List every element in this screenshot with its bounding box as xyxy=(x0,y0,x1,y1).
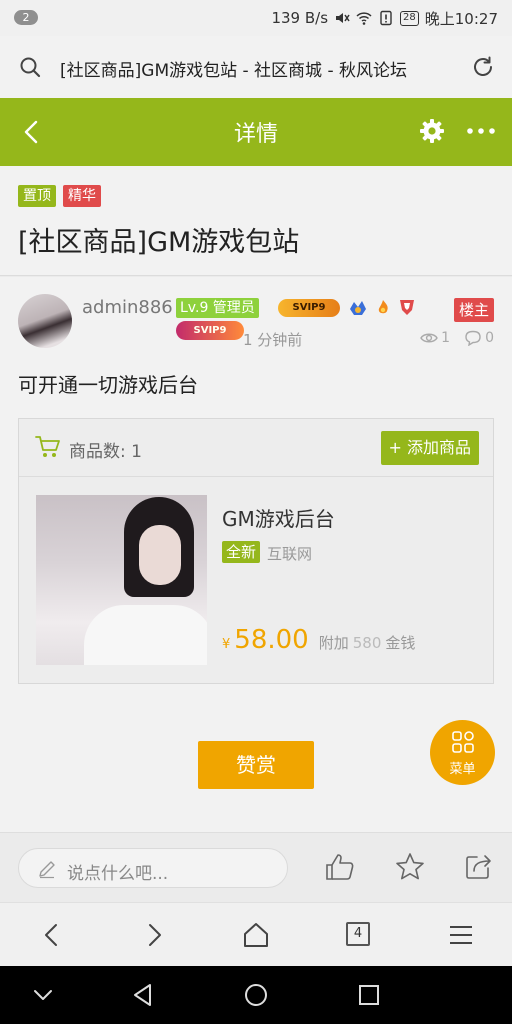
condition-tag: 全新 xyxy=(222,541,261,563)
goods-count: 商品数: 1 xyxy=(69,442,142,462)
browser-forward-icon[interactable] xyxy=(140,921,168,949)
comment-count-value: 0 xyxy=(485,330,494,346)
hamburger-menu-icon[interactable] xyxy=(447,921,475,949)
pinned-tag: 置顶 xyxy=(18,185,56,207)
eye-icon xyxy=(420,333,438,343)
app-header: 详情 xyxy=(0,98,512,166)
goods-name[interactable]: GM游戏后台 xyxy=(222,503,335,532)
featured-tag: 精华 xyxy=(63,185,101,207)
extra-unit: 金钱 xyxy=(385,634,416,652)
chevron-down-icon[interactable] xyxy=(30,982,56,1008)
cart-icon xyxy=(35,436,60,457)
thread-title: [社区商品]GM游戏包站 xyxy=(18,227,300,258)
search-icon[interactable] xyxy=(18,55,42,79)
status-bar: 2 139 B/s 28 晚上10:27 xyxy=(0,0,512,36)
price-symbol: ¥ xyxy=(222,637,231,652)
medal-icon xyxy=(350,301,366,315)
wifi-icon xyxy=(356,12,372,25)
avatar[interactable] xyxy=(18,294,72,348)
more-dots-icon[interactable] xyxy=(466,119,496,143)
back-arrow-icon[interactable] xyxy=(18,118,46,146)
gear-icon[interactable] xyxy=(418,117,446,145)
goods-header: 商品数: 1 + 添加商品 xyxy=(19,419,493,477)
tabs-count-button[interactable]: 4 xyxy=(346,922,370,946)
android-nav-bar xyxy=(0,966,512,1024)
comment-placeholder: 说点什么吧... xyxy=(67,864,169,884)
comment-bubble-icon xyxy=(465,330,481,346)
svip-badge-secondary: SVIP9 xyxy=(176,321,244,340)
home-icon[interactable] xyxy=(242,921,270,949)
level-badge: Lv.9 管理员 xyxy=(176,298,259,318)
pencil-icon xyxy=(39,861,55,879)
notification-count-badge: 2 xyxy=(14,10,38,25)
comment-count: 0 xyxy=(464,330,494,346)
post-time: 1 分钟前 xyxy=(243,331,303,349)
url-title[interactable]: [社区商品]GM游戏包站 - 社区商城 - 秋风论坛 xyxy=(60,56,440,81)
crest-icon xyxy=(400,300,414,315)
sim-alert-icon xyxy=(380,10,392,26)
post-content: 可开通一切游戏后台 xyxy=(18,373,198,397)
menu-fab-button[interactable]: 菜单 xyxy=(430,720,495,785)
thumbs-up-icon[interactable] xyxy=(324,851,356,883)
browser-back-icon[interactable] xyxy=(38,921,66,949)
mute-icon xyxy=(336,13,350,23)
comment-input[interactable]: 说点什么吧... xyxy=(18,848,288,888)
extra-value: 580 xyxy=(352,634,382,652)
reward-button[interactable]: 赞赏 xyxy=(198,741,314,789)
net-speed: 139 B/s xyxy=(271,9,329,27)
op-badge: 楼主 xyxy=(453,298,494,322)
goods-card: 商品数: 1 + 添加商品 GM游戏后台 全新 互联网 ¥ 58.00 附加 5… xyxy=(18,418,494,684)
view-count-value: 1 xyxy=(441,330,450,346)
menu-fab-label: 菜单 xyxy=(449,762,476,777)
battery-icon: 28 xyxy=(400,10,419,26)
price-value: 58.00 xyxy=(234,625,309,655)
nav-home-icon[interactable] xyxy=(243,982,269,1008)
browser-url-bar: [社区商品]GM游戏包站 - 社区商城 - 秋风论坛 xyxy=(0,36,512,98)
nav-recents-icon[interactable] xyxy=(356,982,382,1008)
refresh-icon[interactable] xyxy=(470,54,496,80)
status-bar-right: 139 B/s 28 晚上10:27 xyxy=(271,8,498,28)
goods-source: 互联网 xyxy=(267,545,313,563)
apps-grid-icon xyxy=(452,731,474,753)
add-goods-button[interactable]: + 添加商品 xyxy=(380,431,479,465)
thread-title-section: 置顶 精华 [社区商品]GM游戏包站 xyxy=(0,166,512,276)
comment-bar: 说点什么吧... xyxy=(0,832,512,902)
share-icon[interactable] xyxy=(464,851,494,881)
price-row: ¥ 58.00 附加 580 金钱 xyxy=(222,625,415,655)
flame-icon xyxy=(378,300,388,314)
star-icon[interactable] xyxy=(394,851,426,883)
browser-toolbar: 4 xyxy=(0,902,512,966)
nav-back-icon[interactable] xyxy=(130,982,156,1008)
clock: 晚上10:27 xyxy=(424,9,498,28)
svip-badge: SVIP9 xyxy=(278,299,340,317)
extra-label: 附加 xyxy=(318,634,349,652)
username[interactable]: admin886 xyxy=(82,297,173,318)
goods-image[interactable] xyxy=(36,495,207,665)
view-count: 1 xyxy=(420,330,450,346)
post-body: admin886 Lv.9 管理员 SVIP9 楼主 SVIP9 1 分钟前 1… xyxy=(0,277,512,832)
